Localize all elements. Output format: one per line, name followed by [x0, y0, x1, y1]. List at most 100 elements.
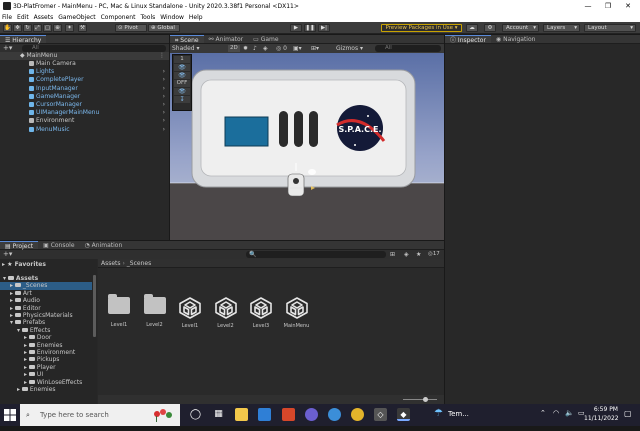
menu-assets[interactable]: Assets — [34, 14, 54, 21]
open-prefab-arrow-icon[interactable]: › — [163, 76, 165, 84]
overlay-eye-icon[interactable]: 👁 — [174, 72, 190, 79]
zoom-slider[interactable] — [403, 399, 437, 400]
hierarchy-item[interactable]: UIManagerMainMenu › — [0, 109, 169, 117]
mail-icon[interactable] — [258, 408, 271, 421]
zoom-slider-thumb[interactable] — [423, 397, 428, 402]
project-tree-item[interactable]: ▸ UI — [0, 371, 92, 379]
scene-asset[interactable]: Level3 — [246, 297, 276, 329]
clock-date[interactable]: 11/11/2022 — [584, 415, 619, 422]
rotate-tool-icon[interactable]: ↻ — [23, 24, 32, 32]
project-tree-item[interactable]: ▸ WinLoseEffects — [0, 379, 92, 387]
wifi-icon[interactable]: ◠ — [553, 409, 559, 417]
tab-navigation[interactable]: ◉ Navigation — [491, 35, 541, 43]
office-icon[interactable] — [282, 408, 295, 421]
widgets-icon[interactable]: ▦ — [212, 408, 225, 421]
tab-animation[interactable]: ◔ Animation — [80, 241, 128, 249]
hierarchy-item[interactable]: Main Camera — [0, 60, 169, 68]
minimize-button[interactable]: — — [578, 0, 598, 12]
scene-asset[interactable]: Level1 — [175, 297, 205, 329]
open-prefab-arrow-icon[interactable]: › — [163, 85, 165, 93]
pause-button[interactable]: ❚❚ — [304, 24, 316, 32]
layers-dropdown[interactable]: Layers — [543, 24, 580, 32]
open-prefab-arrow-icon[interactable]: › — [163, 117, 165, 125]
scene-menu-icon[interactable]: ⋮ — [159, 52, 165, 60]
project-tree-item[interactable]: ▸ Audio — [0, 297, 92, 305]
hierarchy-item[interactable]: Environment › — [0, 117, 169, 125]
tray-chevron-icon[interactable]: ⌃ — [540, 409, 546, 417]
open-prefab-arrow-icon[interactable]: › — [163, 126, 165, 134]
folder-asset[interactable]: Level1 — [104, 294, 134, 328]
overlay-arrow-icon[interactable]: ↧ — [174, 96, 190, 103]
camera-settings-icon[interactable]: ▣▾ — [293, 44, 302, 53]
close-button[interactable]: ✕ — [618, 0, 638, 12]
open-prefab-arrow-icon[interactable]: › — [163, 101, 165, 109]
open-prefab-arrow-icon[interactable]: › — [163, 68, 165, 76]
notifications-icon[interactable]: ▢ — [624, 409, 632, 418]
tab-project[interactable]: ▤ Project — [0, 241, 39, 250]
menu-component[interactable]: Component — [101, 14, 136, 21]
hierarchy-item[interactable]: MenuMusic › — [0, 126, 169, 134]
unity-editor-icon[interactable]: ◆ — [397, 408, 410, 421]
hierarchy-item[interactable]: InputManager › — [0, 85, 169, 93]
project-tree-item[interactable]: ▾ Effects — [0, 327, 92, 335]
folder-asset[interactable]: Level2 — [140, 294, 170, 328]
menu-gameobject[interactable]: GameObject — [58, 14, 95, 21]
audio-icon[interactable]: ♪ — [253, 44, 257, 53]
clock-time[interactable]: 6:59 PM — [588, 406, 618, 413]
tab-game[interactable]: ▭ Game — [248, 35, 283, 43]
project-tree-item[interactable]: ▸ Art — [0, 290, 92, 298]
scene-asset[interactable]: Level2 — [211, 297, 241, 329]
rect-tool-icon[interactable]: ▢ — [43, 24, 52, 32]
edge-icon[interactable] — [328, 408, 341, 421]
overlay-eye-icon[interactable]: 👁 — [174, 64, 190, 71]
play-button[interactable]: ▶ — [290, 24, 302, 32]
effects-icon[interactable]: ◈ — [263, 44, 268, 53]
taskbar-search-input[interactable]: ⌕ Type here to search — [20, 404, 180, 426]
project-tree-item[interactable]: ▸ Enemies — [0, 386, 92, 394]
menu-help[interactable]: Help — [189, 14, 203, 21]
account-dropdown[interactable]: Account — [502, 24, 539, 32]
transform-tool-icon[interactable]: ⊕ — [53, 24, 62, 32]
tab-hierarchy[interactable]: ☰ Hierarchy — [0, 35, 47, 44]
hand-tool-icon[interactable]: ✋ — [3, 24, 12, 32]
project-search-input[interactable]: 🔍 — [246, 251, 386, 258]
lighting-icon[interactable]: ✹ — [243, 44, 248, 53]
project-tree-item[interactable]: ▸ Enemies — [0, 342, 92, 350]
step-button[interactable]: ▶| — [318, 24, 330, 32]
overlay-value[interactable]: 1 — [174, 56, 190, 63]
weather-label[interactable]: Tem... — [448, 410, 469, 418]
breadcrumb-assets[interactable]: Assets — [101, 260, 121, 267]
menu-edit[interactable]: Edit — [17, 14, 29, 21]
overlay-off-toggle[interactable]: OFF — [174, 80, 190, 87]
hierarchy-search-input[interactable]: All — [22, 45, 166, 52]
preview-packages-button[interactable]: Preview Packages in Use ▾ — [381, 24, 462, 32]
cloud-icon[interactable]: ☁ — [466, 24, 478, 32]
project-create-plus-icon[interactable]: +▾ — [3, 250, 12, 259]
open-prefab-arrow-icon[interactable]: › — [163, 93, 165, 101]
hierarchy-item[interactable]: GameManager › — [0, 93, 169, 101]
hierarchy-item[interactable]: Lights › — [0, 68, 169, 76]
file-explorer-icon[interactable] — [235, 408, 248, 421]
editor-tool-icon[interactable]: ⚒ — [78, 24, 87, 32]
project-tree-item[interactable]: ▸ Environment — [0, 349, 92, 357]
overlay-eye-icon[interactable]: 👁 — [174, 88, 190, 95]
open-prefab-arrow-icon[interactable]: › — [163, 109, 165, 117]
task-view-icon[interactable]: ◯ — [189, 408, 202, 421]
favorite-star-icon[interactable]: ★ — [416, 250, 421, 259]
tab-scene[interactable]: ⌗ Scene — [170, 35, 204, 44]
services-gear-icon[interactable]: ⚙ — [484, 24, 496, 32]
project-tree-item[interactable]: ▸ Door — [0, 334, 92, 342]
scene-row[interactable]: ◆ MainMenu ⋮ — [0, 52, 169, 60]
scene-asset[interactable]: MainMenu — [282, 297, 312, 329]
scene-search-input[interactable]: All — [375, 45, 441, 52]
chrome-icon[interactable] — [351, 408, 364, 421]
unity-hub-icon[interactable]: ◇ — [374, 408, 387, 421]
scale-tool-icon[interactable]: ⤢ — [33, 24, 42, 32]
scene-canvas[interactable]: S.P.A.C.E. — [170, 53, 444, 240]
grid-toggle-icon[interactable]: ⊞▾ — [311, 44, 319, 53]
move-tool-icon[interactable]: ✥ — [13, 24, 22, 32]
gizmos-dropdown[interactable]: Gizmos ▾ — [336, 44, 363, 53]
global-toggle[interactable]: ⊕ Global — [148, 24, 180, 32]
breadcrumb-scenes[interactable]: _Scenes — [127, 260, 151, 267]
menu-window[interactable]: Window — [160, 14, 184, 21]
